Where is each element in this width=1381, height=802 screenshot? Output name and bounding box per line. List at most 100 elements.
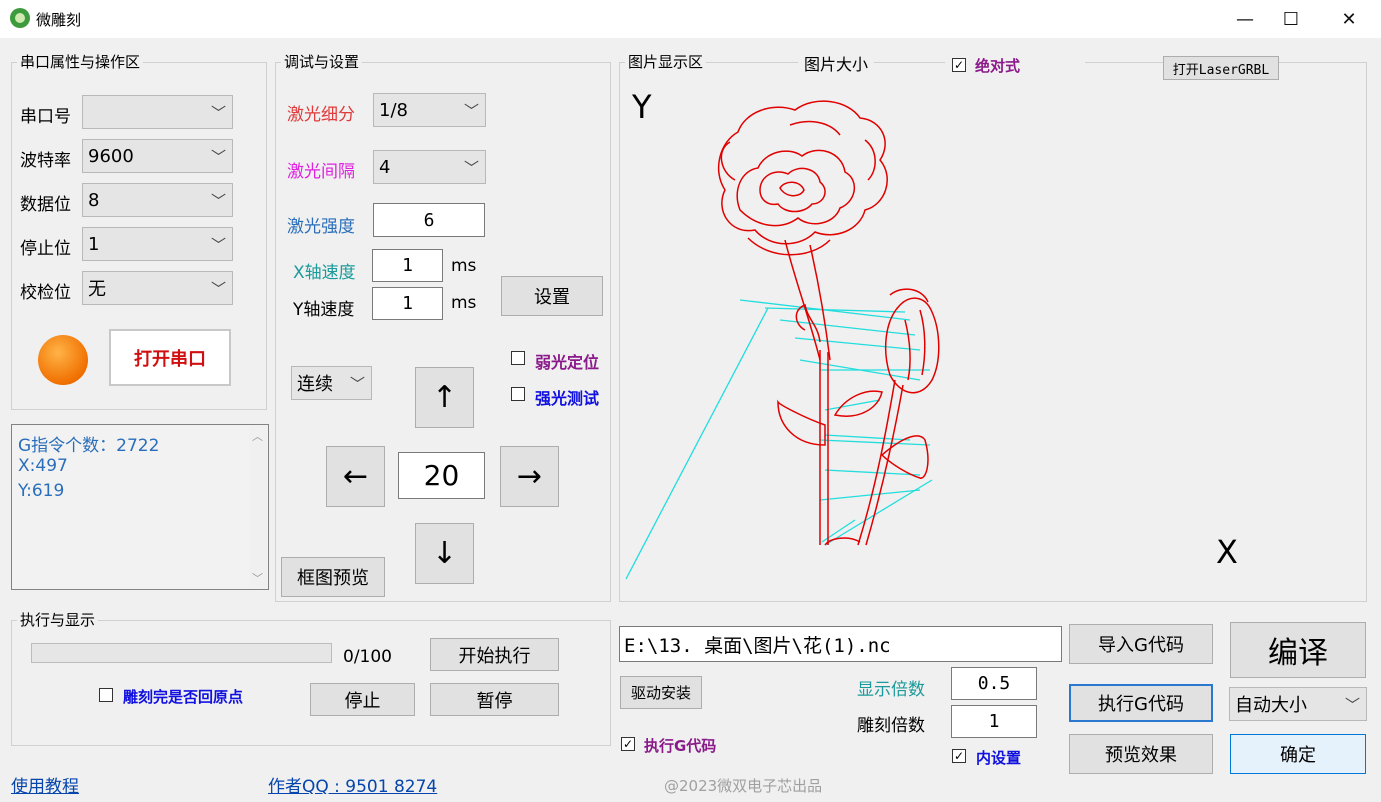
inner-set-label: 内设置 bbox=[976, 749, 1022, 767]
baud-value: 9600 bbox=[88, 145, 134, 167]
subdiv-value: 1/8 bbox=[379, 99, 408, 121]
chevron-down-icon: ﹀ bbox=[210, 280, 226, 298]
inner-set-checkbox[interactable]: ✓ bbox=[952, 749, 966, 763]
app-icon bbox=[10, 8, 30, 28]
return-home-label: 雕刻完是否回原点 bbox=[123, 688, 244, 706]
image-group-label: 图片显示区 bbox=[625, 53, 707, 71]
driver-install-button[interactable]: 驱动安装 bbox=[620, 676, 702, 709]
weak-light-checkbox[interactable] bbox=[511, 351, 525, 365]
step-input[interactable]: 20 bbox=[398, 452, 485, 499]
power-input[interactable]: 6 bbox=[373, 203, 485, 237]
weak-light-label: 弱光定位 bbox=[535, 353, 600, 372]
interval-value: 4 bbox=[379, 156, 391, 178]
autosize-value: 自动大小 bbox=[1235, 695, 1307, 716]
scroll-up-icon[interactable]: ︿ bbox=[252, 428, 263, 444]
move-left-button[interactable]: ← bbox=[326, 446, 385, 507]
parity-label: 校检位 bbox=[20, 283, 71, 303]
exec-gcode-check-label: 执行G代码 bbox=[644, 737, 717, 755]
chevron-down-icon: ﹀ bbox=[463, 102, 479, 120]
chevron-down-icon: ﹀ bbox=[210, 148, 226, 166]
carve-scale-input[interactable]: 1 bbox=[951, 705, 1037, 738]
progress-bar bbox=[31, 643, 332, 663]
chevron-down-icon: ﹀ bbox=[1344, 696, 1360, 714]
strong-light-checkbox[interactable] bbox=[511, 387, 525, 401]
strong-light-label: 强光测试 bbox=[535, 389, 600, 408]
open-port-button[interactable]: 打开串口 bbox=[109, 329, 231, 386]
import-gcode-button[interactable]: 导入G代码 bbox=[1069, 624, 1213, 664]
rose-outline bbox=[717, 100, 940, 546]
move-down-button[interactable]: ↓ bbox=[415, 523, 474, 584]
display-scale-label: 显示倍数 bbox=[857, 680, 925, 700]
debug-group bbox=[275, 62, 611, 602]
exec-gcode-button[interactable]: 执行G代码 bbox=[1069, 684, 1213, 722]
interval-select[interactable]: 4 ﹀ bbox=[373, 150, 486, 184]
preview-effect-button[interactable]: 预览效果 bbox=[1069, 734, 1213, 774]
compile-button[interactable]: 编译 bbox=[1230, 622, 1366, 678]
chevron-down-icon: ﹀ bbox=[210, 104, 226, 122]
watermark-text: @2023微双电子芯出品 bbox=[664, 777, 823, 795]
interval-label: 激光间隔 bbox=[287, 162, 355, 182]
title-bar bbox=[0, 0, 1381, 38]
exec-group-label: 执行与显示 bbox=[17, 611, 99, 629]
author-qq-link[interactable]: 作者QQ : 9501 8274 bbox=[268, 772, 437, 797]
subdiv-label: 激光细分 bbox=[287, 105, 355, 125]
scroll-down-icon[interactable]: ﹀ bbox=[252, 570, 263, 586]
serial-group-label: 串口属性与操作区 bbox=[17, 53, 144, 71]
parity-value: 无 bbox=[88, 279, 106, 300]
chevron-down-icon: ﹀ bbox=[210, 192, 226, 210]
gcode-count-text: G指令个数：2722 bbox=[18, 436, 160, 456]
open-lasergrbl-button[interactable]: 打开LaserGRBL bbox=[1163, 56, 1279, 80]
chevron-down-icon: ﹀ bbox=[463, 159, 479, 177]
frame-preview-button[interactable]: 框图预览 bbox=[281, 557, 385, 597]
close-button[interactable]: ✕ bbox=[1326, 0, 1372, 38]
tutorial-link[interactable]: 使用教程 bbox=[11, 772, 79, 797]
y-speed-unit: ms bbox=[451, 293, 477, 313]
stop-bits-select[interactable]: 1 ﹀ bbox=[82, 227, 233, 261]
display-scale-input[interactable]: 0.5 bbox=[951, 667, 1037, 700]
autosize-select[interactable]: 自动大小 ﹀ bbox=[1229, 687, 1367, 721]
baud-label: 波特率 bbox=[20, 151, 71, 171]
parity-select[interactable]: 无 ﹀ bbox=[82, 271, 233, 305]
set-button[interactable]: 设置 bbox=[501, 276, 603, 316]
ok-button[interactable]: 确定 bbox=[1230, 734, 1366, 774]
move-up-button[interactable]: ↑ bbox=[415, 367, 474, 428]
chevron-down-icon: ﹀ bbox=[210, 236, 226, 254]
move-right-button[interactable]: → bbox=[500, 446, 559, 507]
status-led-icon bbox=[38, 335, 88, 385]
data-bits-select[interactable]: 8 ﹀ bbox=[82, 183, 233, 217]
absolute-label: 绝对式 bbox=[975, 57, 1021, 75]
mode-select[interactable]: 连续 ﹀ bbox=[291, 366, 372, 400]
return-home-checkbox[interactable] bbox=[99, 688, 113, 702]
data-bits-value: 8 bbox=[88, 189, 100, 211]
image-size-label: 图片大小 bbox=[798, 56, 875, 74]
subdiv-select[interactable]: 1/8 ﹀ bbox=[373, 93, 486, 127]
rose-preview-canvas bbox=[625, 100, 940, 580]
absolute-checkbox[interactable]: ✓ bbox=[952, 58, 966, 72]
stop-bits-label: 停止位 bbox=[20, 239, 71, 259]
maximize-button[interactable]: ☐ bbox=[1268, 0, 1314, 38]
y-speed-input[interactable]: 1 bbox=[372, 287, 443, 320]
pause-button[interactable]: 暂停 bbox=[430, 683, 559, 716]
window-title: 微雕刻 bbox=[36, 11, 82, 29]
file-path-input[interactable]: E:\13. 桌面\图片\花(1).nc bbox=[619, 626, 1062, 662]
power-label: 激光强度 bbox=[287, 217, 355, 237]
start-button[interactable]: 开始执行 bbox=[430, 638, 559, 671]
y-coord-text: Y:619 bbox=[18, 481, 65, 501]
stop-bits-value: 1 bbox=[88, 233, 100, 255]
baud-select[interactable]: 9600 ﹀ bbox=[82, 139, 233, 173]
x-speed-input[interactable]: 1 bbox=[372, 249, 443, 282]
stop-button[interactable]: 停止 bbox=[310, 683, 415, 716]
progress-text: 0/100 bbox=[343, 647, 392, 667]
port-label: 串口号 bbox=[20, 107, 71, 127]
minimize-button[interactable]: — bbox=[1222, 0, 1268, 38]
mode-value: 连续 bbox=[297, 374, 333, 395]
x-coord-text: X:497 bbox=[18, 456, 68, 476]
exec-gcode-checkbox[interactable]: ✓ bbox=[621, 737, 635, 751]
carve-scale-label: 雕刻倍数 bbox=[857, 716, 925, 736]
data-bits-label: 数据位 bbox=[20, 195, 71, 215]
debug-group-label: 调试与设置 bbox=[281, 53, 363, 71]
chevron-down-icon: ﹀ bbox=[349, 375, 365, 393]
info-scrollbar[interactable] bbox=[249, 426, 267, 588]
x-speed-unit: ms bbox=[451, 256, 477, 276]
port-select[interactable]: ﹀ bbox=[82, 95, 233, 129]
